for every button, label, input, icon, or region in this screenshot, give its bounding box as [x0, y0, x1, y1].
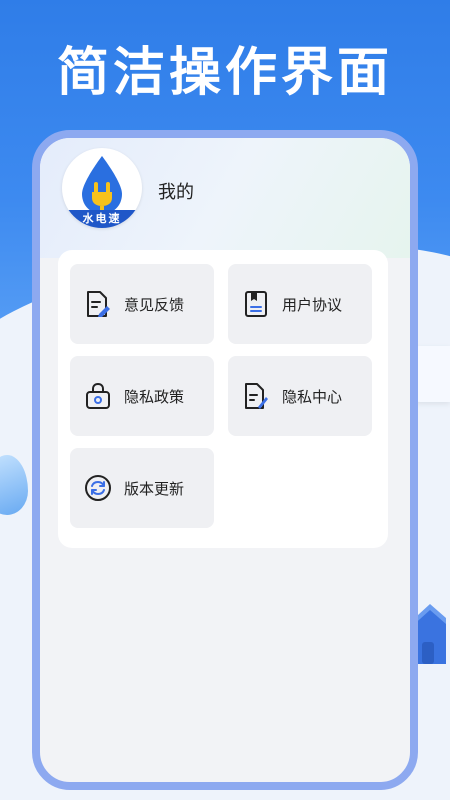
- agreement-book-icon: [242, 290, 270, 318]
- menu-item-privacy-policy[interactable]: 隐私政策: [70, 356, 214, 436]
- menu-item-label: 版本更新: [124, 479, 185, 498]
- refresh-icon: [84, 474, 112, 502]
- promo-headline: 简洁操作界面: [56, 43, 393, 103]
- menu-item-version-update[interactable]: 版本更新: [70, 448, 214, 528]
- app-logo-avatar[interactable]: 水电速: [62, 148, 142, 228]
- menu-item-feedback[interactable]: 意见反馈: [70, 264, 214, 344]
- menu-item-label: 隐私政策: [124, 387, 185, 406]
- menu-item-privacy-center[interactable]: 隐私中心: [228, 356, 372, 436]
- phone-frame: 水电速 我的 意见反馈 用户协议 隐私政策 隐私中心 版本更新: [32, 130, 418, 790]
- menu-item-user-agreement[interactable]: 用户协议: [228, 264, 372, 344]
- document-edit-icon: [84, 290, 112, 318]
- document-pen-icon: [242, 382, 270, 410]
- menu-item-label: 用户协议: [282, 295, 343, 314]
- menu-card: 意见反馈 用户协议 隐私政策 隐私中心 版本更新: [58, 250, 388, 548]
- lock-bag-icon: [84, 382, 112, 410]
- menu-item-label: 意见反馈: [124, 295, 185, 314]
- logo-text: 水电速: [62, 210, 142, 228]
- page-title: 我的: [158, 182, 194, 203]
- menu-item-label: 隐私中心: [282, 387, 343, 406]
